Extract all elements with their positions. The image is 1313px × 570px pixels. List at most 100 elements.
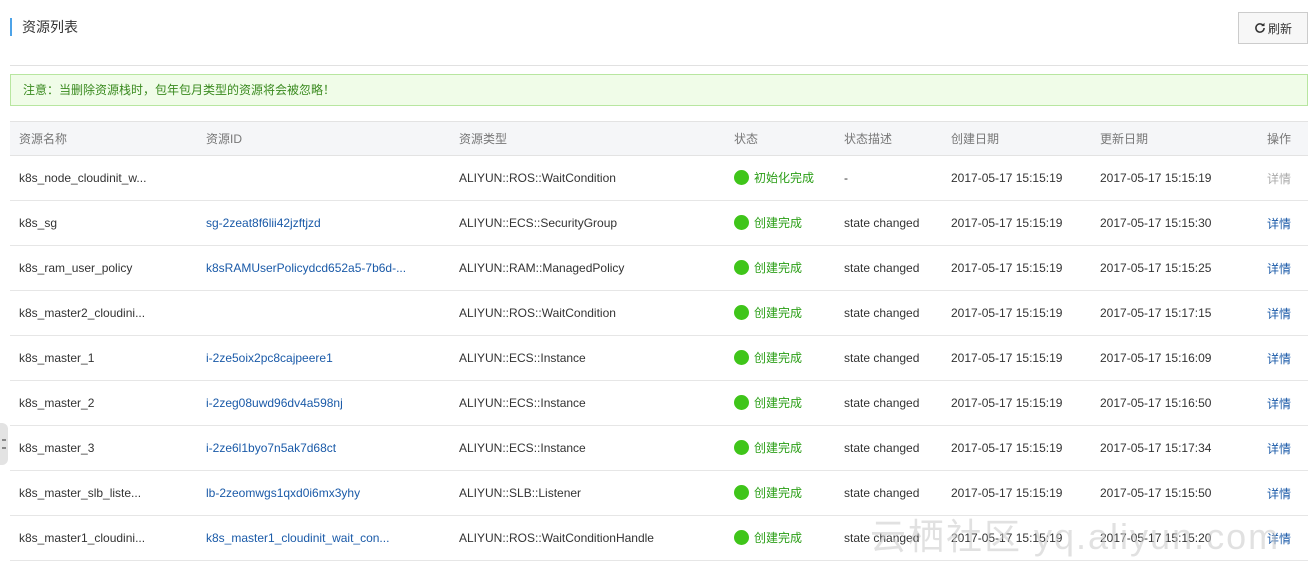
status-cell: 创建完成 xyxy=(725,335,835,381)
status-cell: 创建完成 xyxy=(725,245,835,291)
success-dot-icon xyxy=(734,214,749,230)
details-link: 详情 xyxy=(1221,155,1308,201)
column-header-desc: 状态描述 xyxy=(835,121,942,156)
resource-name: k8s_master_1 xyxy=(10,335,197,381)
status-text: 创建完成 xyxy=(754,530,803,545)
column-header-updated: 更新日期 xyxy=(1091,121,1221,156)
status-description: state changed xyxy=(835,425,942,471)
refresh-button[interactable]: 刷新 xyxy=(1238,12,1308,44)
status-cell: 创建完成 xyxy=(725,425,835,471)
resource-type: ALIYUN::ROS::WaitConditionHandle xyxy=(450,515,725,561)
status-badge: 创建完成 xyxy=(734,484,802,501)
resource-name: k8s_sg xyxy=(10,200,197,246)
details-link[interactable]: 详情 xyxy=(1221,425,1308,471)
status-text: 创建完成 xyxy=(754,485,803,500)
created-date: 2017-05-17 15:15:19 xyxy=(942,425,1091,471)
details-link[interactable]: 详情 xyxy=(1221,245,1308,291)
success-dot-icon xyxy=(734,304,749,320)
resource-type: ALIYUN::RAM::ManagedPolicy xyxy=(450,245,725,291)
grip-icon xyxy=(2,439,6,449)
success-dot-icon xyxy=(734,394,749,410)
status-text: 创建完成 xyxy=(754,215,803,230)
resource-type: ALIYUN::ECS::Instance xyxy=(450,425,725,471)
success-dot-icon xyxy=(734,529,749,545)
resource-name: k8s_master2_cloudini... xyxy=(10,290,197,336)
refresh-label: 刷新 xyxy=(1267,21,1292,36)
resource-id-link[interactable]: lb-2zeomwgs1qxd0i6mx3yhy xyxy=(197,470,450,516)
status-cell: 创建完成 xyxy=(725,200,835,246)
updated-date: 2017-05-17 15:15:50 xyxy=(1091,470,1221,516)
updated-date: 2017-05-17 15:15:19 xyxy=(1091,155,1221,201)
status-badge: 创建完成 xyxy=(734,304,802,321)
status-description: state changed xyxy=(835,245,942,291)
created-date: 2017-05-17 15:15:19 xyxy=(942,155,1091,201)
resource-id-link[interactable]: sg-2zeat8f6lii42jzftjzd xyxy=(197,200,450,246)
details-link[interactable]: 详情 xyxy=(1221,470,1308,516)
column-header-id: 资源ID xyxy=(197,121,450,156)
details-link[interactable]: 详情 xyxy=(1221,290,1308,336)
resource-name: k8s_ram_user_policy xyxy=(10,245,197,291)
resource-type: ALIYUN::ECS::Instance xyxy=(450,335,725,381)
success-dot-icon xyxy=(734,484,749,500)
resource-type: ALIYUN::ECS::SecurityGroup xyxy=(450,200,725,246)
status-description: state changed xyxy=(835,470,942,516)
page-title: 资源列表 xyxy=(10,18,78,36)
table-row: k8s_master_3 i-2ze6l1byo7n5ak7d68ct ALIYUN… xyxy=(10,425,1308,471)
resource-id-link[interactable]: i-2ze6l1byo7n5ak7d68ct xyxy=(197,425,450,471)
table-row: k8s_master1_cloudini... k8s_master1_cloud… xyxy=(10,515,1308,561)
status-text: 创建完成 xyxy=(754,395,803,410)
status-badge: 创建完成 xyxy=(734,214,802,231)
success-dot-icon xyxy=(734,439,749,455)
column-header-name: 资源名称 xyxy=(10,121,197,156)
details-link[interactable]: 详情 xyxy=(1221,380,1308,426)
resource-id-link[interactable]: k8s_master1_cloudinit_wait_con... xyxy=(197,515,450,561)
table-row: k8s_node_cloudinit_w... ALIYUN::ROS::Wait… xyxy=(10,155,1308,201)
resource-type: ALIYUN::ROS::WaitCondition xyxy=(450,290,725,336)
created-date: 2017-05-17 15:15:19 xyxy=(942,245,1091,291)
created-date: 2017-05-17 15:15:19 xyxy=(942,515,1091,561)
status-description: state changed xyxy=(835,290,942,336)
status-text: 初始化完成 xyxy=(754,170,815,185)
resource-table: 资源名称 资源ID 资源类型 状态 状态描述 创建日期 更新日期 操作 k8s_… xyxy=(10,121,1308,561)
table-header-row: 资源名称 资源ID 资源类型 状态 状态描述 创建日期 更新日期 操作 xyxy=(10,121,1308,156)
created-date: 2017-05-17 15:15:19 xyxy=(942,470,1091,516)
status-badge: 创建完成 xyxy=(734,349,802,366)
details-link[interactable]: 详情 xyxy=(1221,515,1308,561)
status-description: state changed xyxy=(835,515,942,561)
resource-id-link xyxy=(197,290,450,336)
resource-type: ALIYUN::SLB::Listener xyxy=(450,470,725,516)
side-panel-handle[interactable] xyxy=(0,423,8,465)
resource-id-link xyxy=(197,155,450,201)
resource-type: ALIYUN::ECS::Instance xyxy=(450,380,725,426)
details-link[interactable]: 详情 xyxy=(1221,200,1308,246)
status-cell: 创建完成 xyxy=(725,470,835,516)
updated-date: 2017-05-17 15:15:20 xyxy=(1091,515,1221,561)
updated-date: 2017-05-17 15:17:15 xyxy=(1091,290,1221,336)
created-date: 2017-05-17 15:15:19 xyxy=(942,380,1091,426)
details-link[interactable]: 详情 xyxy=(1221,335,1308,381)
table-row: k8s_master2_cloudini... ALIYUN::ROS::Wait… xyxy=(10,290,1308,336)
resource-id-link[interactable]: i-2ze5oix2pc8cajpeere1 xyxy=(197,335,450,381)
status-text: 创建完成 xyxy=(754,260,803,275)
status-badge: 创建完成 xyxy=(734,394,802,411)
updated-date: 2017-05-17 15:17:34 xyxy=(1091,425,1221,471)
created-date: 2017-05-17 15:15:19 xyxy=(942,200,1091,246)
table-row: k8s_master_2 i-2zeg08uwd96dv4a598nj ALIYUN… xyxy=(10,380,1308,426)
resource-name: k8s_master_3 xyxy=(10,425,197,471)
refresh-icon xyxy=(1255,22,1265,33)
resource-id-link[interactable]: i-2zeg08uwd96dv4a598nj xyxy=(197,380,450,426)
resource-id-link[interactable]: k8sRAMUserPolicydcd652a5-7b6d-... xyxy=(197,245,450,291)
column-header-op: 操作 xyxy=(1221,121,1308,156)
status-description: - xyxy=(835,155,942,201)
created-date: 2017-05-17 15:15:19 xyxy=(942,290,1091,336)
resource-name: k8s_master_slb_liste... xyxy=(10,470,197,516)
column-header-type: 资源类型 xyxy=(450,121,725,156)
table-row: k8s_master_slb_liste... lb-2zeomwgs1qxd0i… xyxy=(10,470,1308,516)
updated-date: 2017-05-17 15:16:50 xyxy=(1091,380,1221,426)
resource-name: k8s_master1_cloudini... xyxy=(10,515,197,561)
table-row: k8s_master_1 i-2ze5oix2pc8cajpeere1 ALIYUN… xyxy=(10,335,1308,381)
status-cell: 创建完成 xyxy=(725,380,835,426)
resource-name: k8s_node_cloudinit_w... xyxy=(10,155,197,201)
updated-date: 2017-05-17 15:15:30 xyxy=(1091,200,1221,246)
success-dot-icon xyxy=(734,259,749,275)
